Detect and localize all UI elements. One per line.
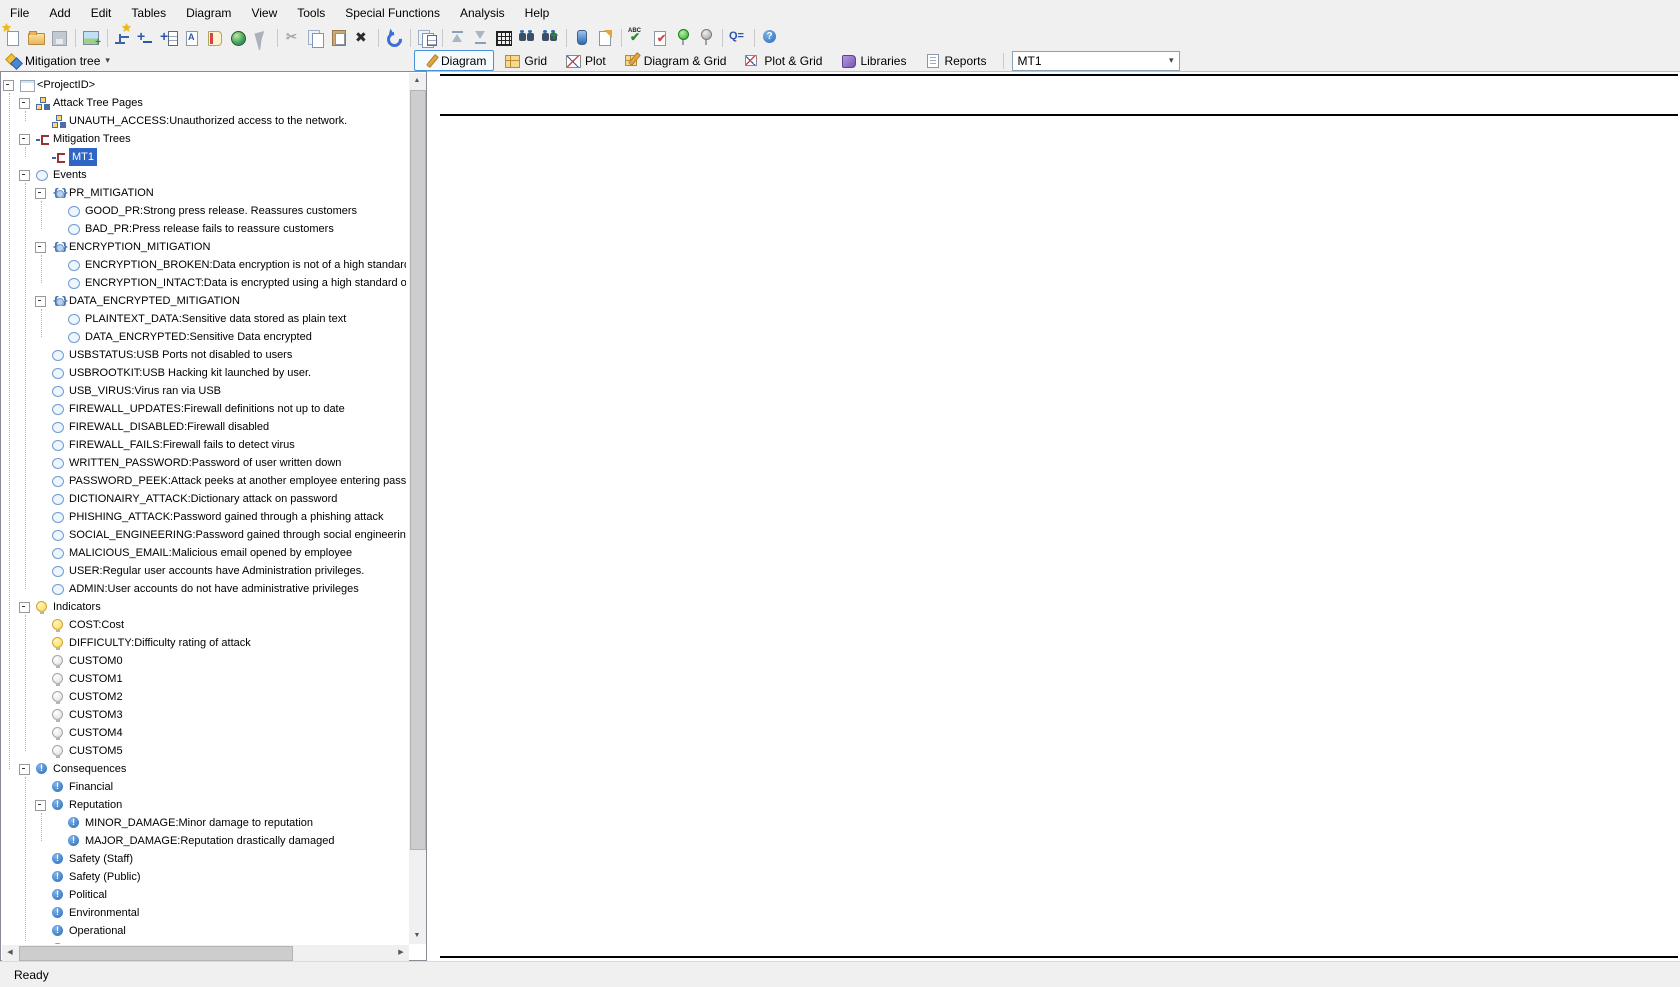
diagram-top-border xyxy=(440,74,1678,76)
event-tree-diagram xyxy=(0,0,1680,987)
status-text: Ready xyxy=(14,968,49,982)
diagram-bottom-border xyxy=(440,956,1678,958)
header-bottom-border xyxy=(440,114,1678,116)
status-bar: Ready xyxy=(0,961,1680,987)
